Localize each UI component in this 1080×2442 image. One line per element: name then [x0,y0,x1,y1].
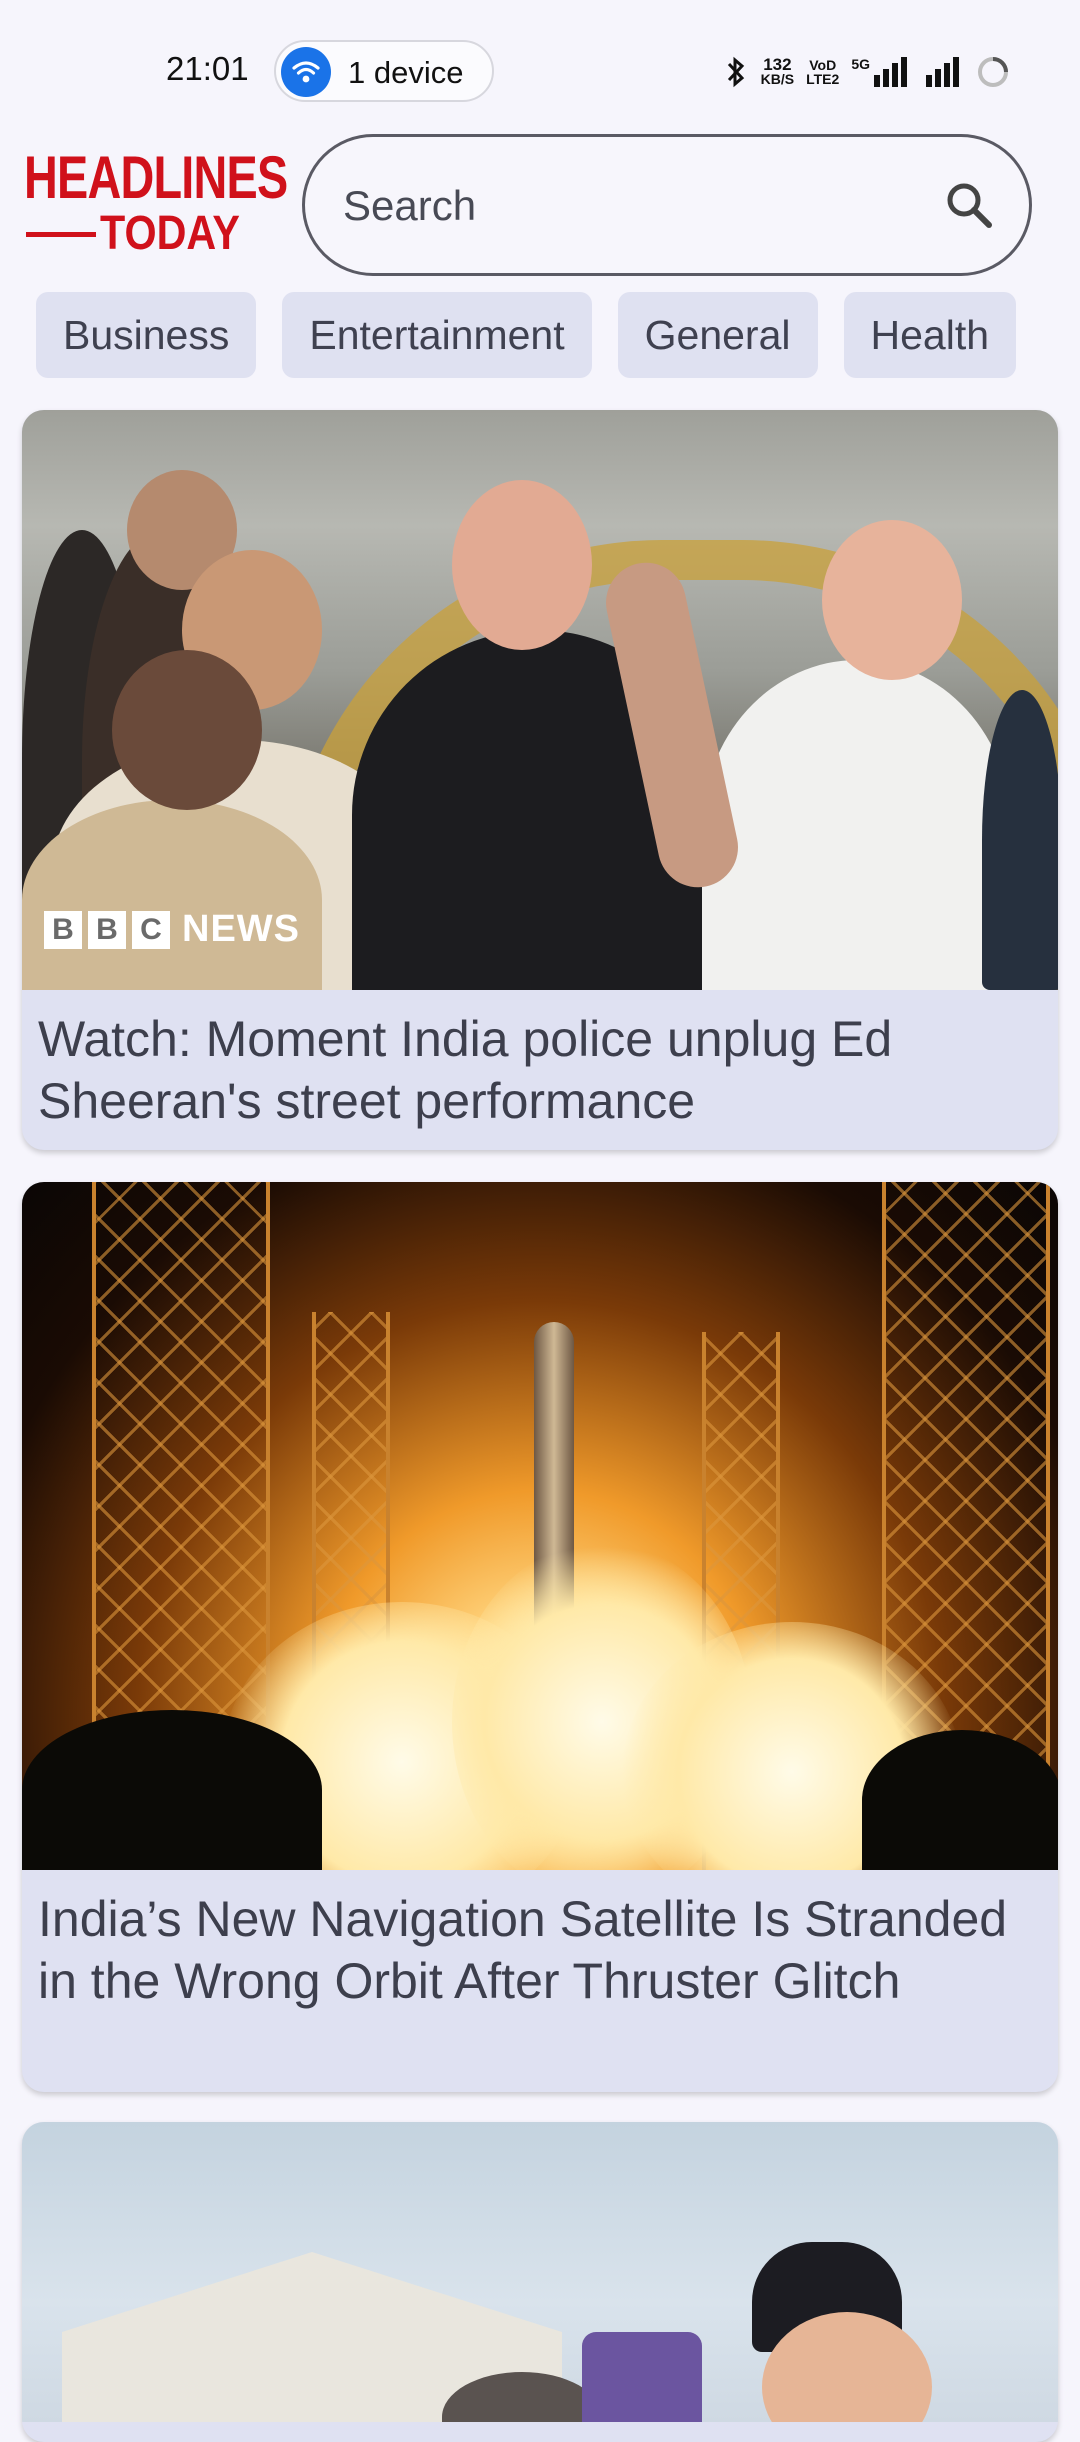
chip-health[interactable]: Health [843,292,1017,378]
article-image: B B C NEWS [22,410,1058,990]
chip-business[interactable]: Business [36,292,257,378]
article-card[interactable] [22,2122,1058,2442]
device-count-label: 1 device [348,55,464,90]
search-input[interactable] [341,169,905,243]
connected-devices-pill[interactable]: 1 device [274,40,494,102]
article-headline: India’s New Navigation Satellite Is Stra… [38,1891,1008,2009]
chip-entertainment[interactable]: Entertainment [282,292,592,378]
status-bar: 21:01 1 device 132 KB/S VoD LTE2 5G [0,0,1080,120]
hotspot-icon [281,47,331,97]
battery-loading-icon [978,57,1008,87]
search-icon[interactable] [943,179,995,231]
category-chips: Business Entertainment General Health [36,292,1017,378]
search-bar[interactable] [302,134,1032,276]
article-image [22,2122,1058,2422]
article-headline: Watch: Moment India police unplug Ed She… [38,1011,893,1129]
volte-indicator: VoD LTE2 [806,57,840,87]
status-time: 21:01 [166,50,249,87]
chip-general[interactable]: General [617,292,818,378]
article-card[interactable]: India’s New Navigation Satellite Is Stra… [22,1182,1058,2092]
article-image [22,1182,1058,1870]
signal-icon [926,57,959,87]
data-speed: 132 KB/S [760,55,795,87]
article-card[interactable]: B B C NEWS Watch: Moment India police un… [22,410,1058,1150]
bbc-news-badge: B B C NEWS [44,908,300,951]
signal-5g-icon: 5G [851,57,912,87]
bluetooth-icon [727,56,744,88]
app-logo: HEADLINES TODAY [24,144,288,260]
status-icons: 132 KB/S VoD LTE2 5G [723,52,1010,92]
